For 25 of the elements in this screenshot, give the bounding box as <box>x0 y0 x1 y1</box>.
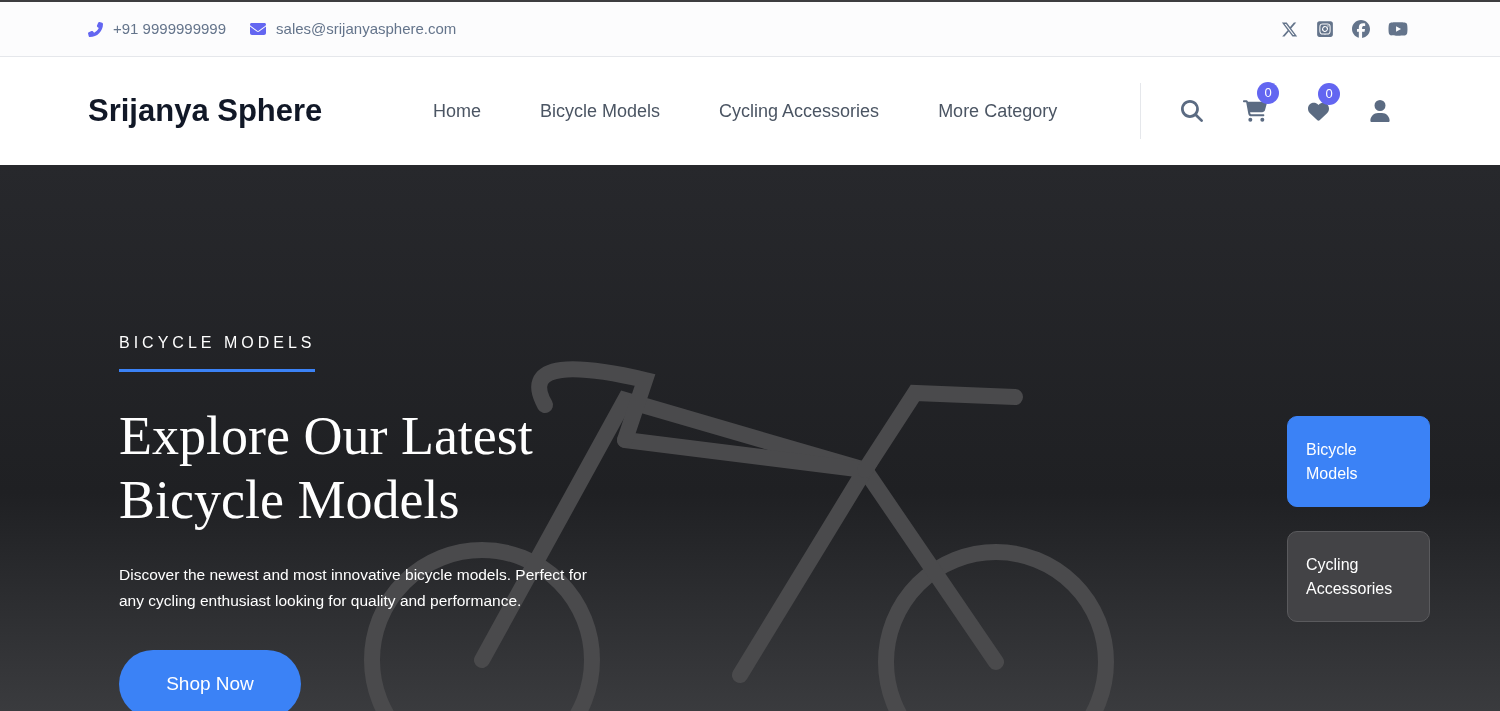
cart-icon[interactable] <box>1243 100 1267 122</box>
hero-title: Explore Our Latest Bicycle Models <box>119 405 533 532</box>
phone-number: +91 9999999999 <box>113 18 227 39</box>
x-icon[interactable] <box>1281 20 1298 38</box>
instagram-icon[interactable] <box>1316 20 1334 38</box>
heart-icon[interactable] <box>1307 100 1330 122</box>
hero-eyebrow: BICYCLE MODELS <box>119 331 316 372</box>
shop-now-button[interactable]: Shop Now <box>119 650 301 711</box>
hero-description: Discover the newest and most innovative bicycle models. Perfect for any cycling enthusiast looking for quality and performance. <box>119 565 588 611</box>
nav-link[interactable]: Bicycle Models <box>540 97 661 125</box>
email-address: sales@srijanyasphere.com <box>276 18 457 39</box>
slide-tab[interactable]: Cycling Accessories <box>1287 531 1430 622</box>
slide-tab[interactable]: Bicycle Models <box>1287 416 1430 507</box>
search-icon[interactable] <box>1181 100 1203 122</box>
nav-link[interactable]: More Category <box>938 97 1058 125</box>
wishlist-count-badge: 0 <box>1318 82 1340 105</box>
user-icon[interactable] <box>1370 100 1390 122</box>
cart-count-badge: 0 <box>1257 82 1279 104</box>
nav-link[interactable]: Home <box>433 97 481 125</box>
phone-icon <box>88 21 103 37</box>
youtube-icon[interactable] <box>1388 19 1408 39</box>
nav-link[interactable]: Cycling Accessories <box>719 97 880 125</box>
brand-name[interactable]: Srijanya Sphere <box>88 87 398 135</box>
facebook-icon[interactable] <box>1352 20 1370 38</box>
email-icon <box>250 21 267 37</box>
